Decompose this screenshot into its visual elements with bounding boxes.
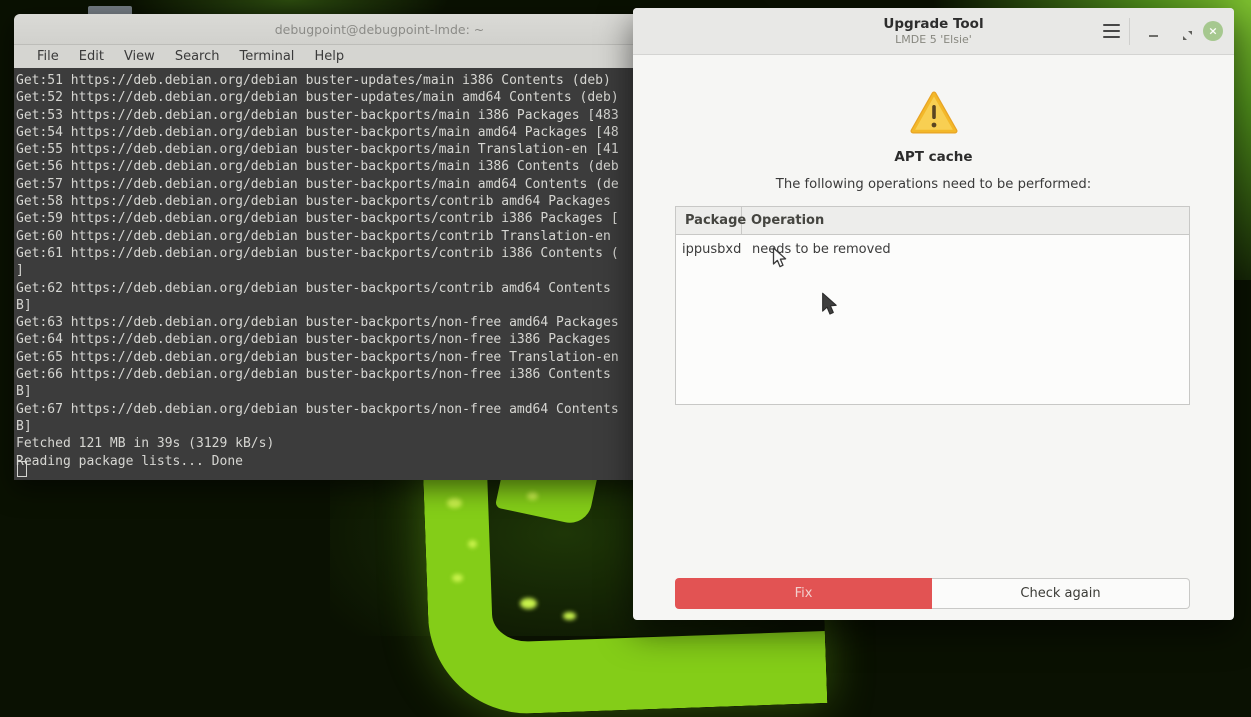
terminal-cursor <box>17 461 27 477</box>
window-title: Upgrade Tool <box>883 16 983 32</box>
terminal-menu-item[interactable]: Terminal <box>229 47 304 66</box>
close-icon: × <box>1208 25 1217 36</box>
terminal-menu-item[interactable]: File <box>27 47 69 66</box>
restore-icon <box>1182 30 1193 41</box>
menu-icon[interactable] <box>1103 24 1120 38</box>
upgrade-tool-titlebar[interactable]: Upgrade Tool LMDE 5 'Elsie' × <box>633 8 1234 55</box>
wallpaper-speckle <box>447 498 462 508</box>
wallpaper-speckle <box>520 598 537 609</box>
dialog-button-row: Fix Check again <box>675 578 1190 609</box>
table-row[interactable]: ippusbxd needs to be removed <box>676 235 1189 257</box>
warning-icon <box>908 88 960 140</box>
apt-cache-heading: APT cache <box>633 149 1234 165</box>
operation-cell: needs to be removed <box>746 242 1189 257</box>
wallpaper-speckle <box>563 612 576 620</box>
operations-table[interactable]: Package Operation ippusbxd needs to be r… <box>675 206 1190 405</box>
package-cell: ippusbxd <box>676 242 746 257</box>
mouse-cursor <box>772 247 789 274</box>
window-subtitle: LMDE 5 'Elsie' <box>895 33 972 46</box>
wallpaper-speckle <box>452 574 463 582</box>
terminal-menu-item[interactable]: View <box>114 47 165 66</box>
wallpaper-speckle <box>527 492 538 500</box>
table-header-row: Package Operation <box>676 207 1189 235</box>
close-button[interactable]: × <box>1203 21 1223 41</box>
fix-button[interactable]: Fix <box>675 578 932 609</box>
wallpaper-speckle <box>468 540 477 548</box>
column-header-operation[interactable]: Operation <box>742 207 1189 234</box>
titlebar-separator <box>1129 18 1130 45</box>
terminal-title: debugpoint@debugpoint-lmde: ~ <box>275 22 485 37</box>
minimize-icon <box>1149 35 1158 37</box>
desktop: { "desktop": { "wallpaper_logo_green": "… <box>0 0 1251 636</box>
terminal-menu-item[interactable]: Help <box>304 47 354 66</box>
ghost-cursor <box>821 292 840 322</box>
minimize-button[interactable] <box>1144 23 1162 41</box>
column-header-package[interactable]: Package <box>676 207 742 234</box>
check-again-button[interactable]: Check again <box>932 578 1190 609</box>
terminal-menu-item[interactable]: Search <box>165 47 230 66</box>
restore-button[interactable] <box>1182 26 1193 37</box>
operations-instruction: The following operations need to be perf… <box>633 177 1234 192</box>
upgrade-tool-window: Upgrade Tool LMDE 5 'Elsie' × APT cache … <box>633 8 1234 620</box>
terminal-menu-item[interactable]: Edit <box>69 47 114 66</box>
